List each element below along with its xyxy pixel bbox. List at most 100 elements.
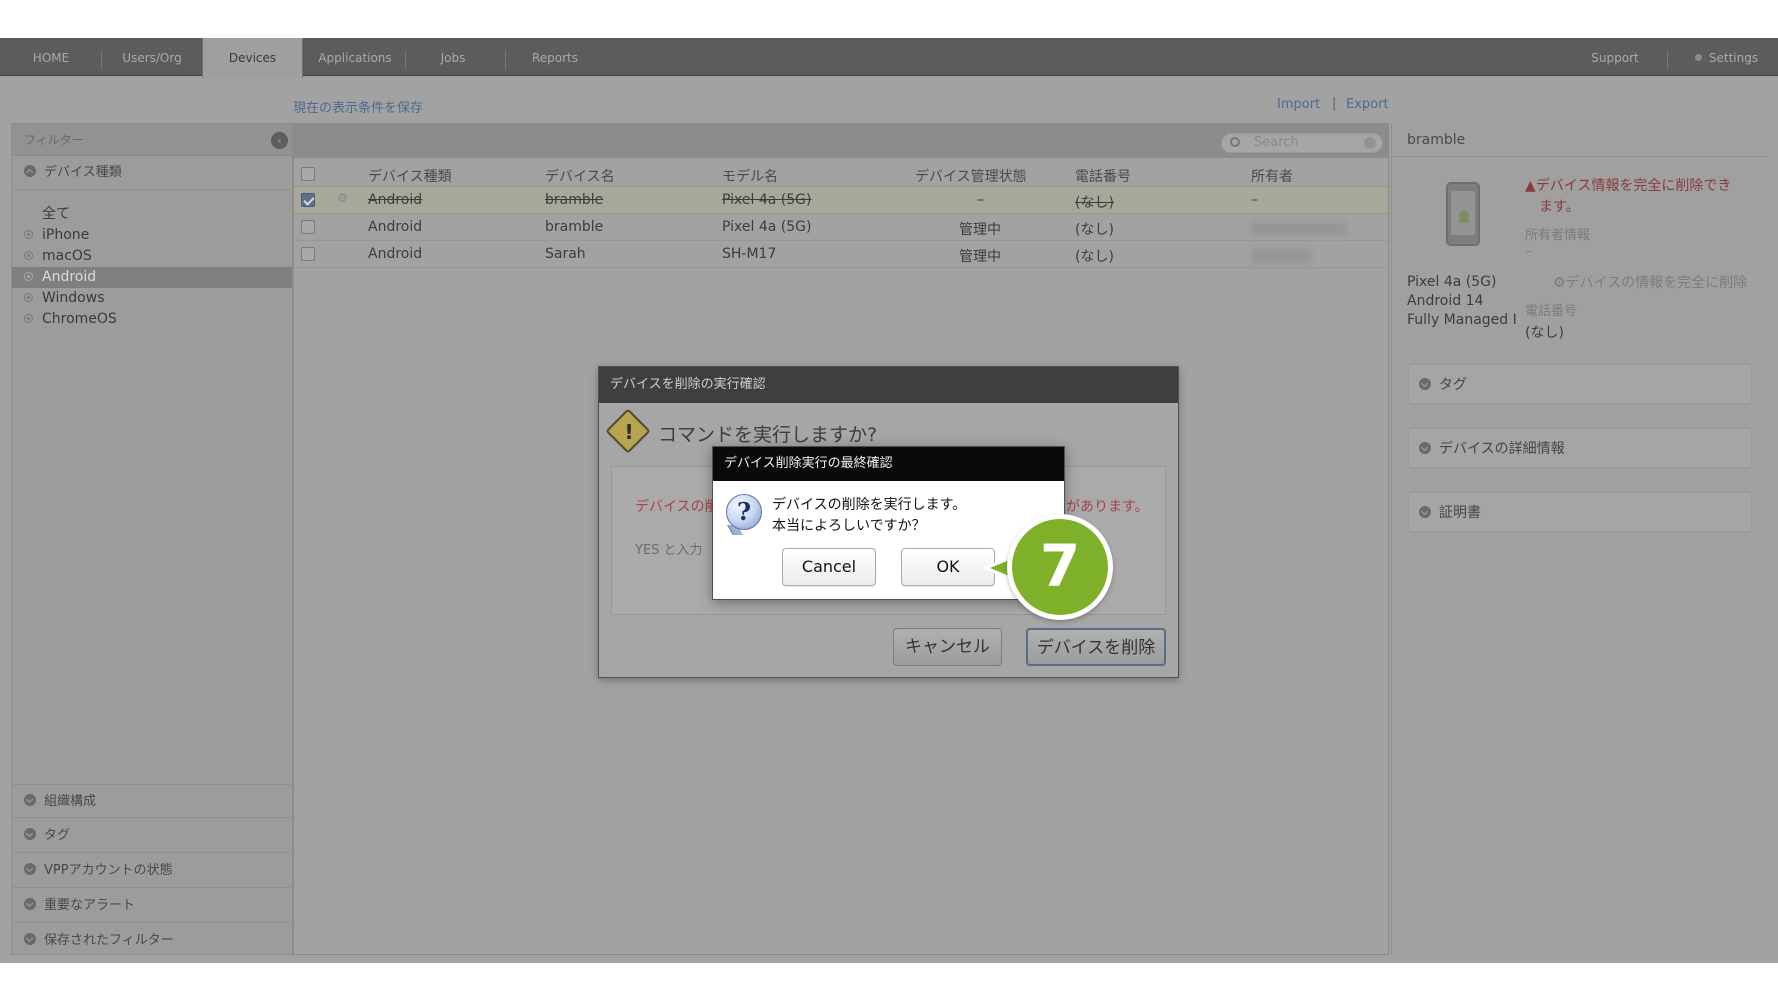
org-section[interactable]: 組織構成 <box>12 784 292 818</box>
row-divider <box>294 267 1388 268</box>
support-link[interactable]: Support <box>1580 38 1650 76</box>
col-status[interactable]: デバイス管理状態 <box>915 166 1027 186</box>
cancel-button[interactable]: Cancel <box>782 548 876 586</box>
cell-phone: (なし) <box>1075 249 1114 265</box>
divider <box>1392 156 1767 157</box>
tab-jobs[interactable]: Jobs <box>418 38 488 76</box>
tab-reports[interactable]: Reports <box>520 38 590 76</box>
chevron-down-icon <box>1419 506 1431 518</box>
owner-label: 所有者情報 <box>1525 228 1591 243</box>
device-type-header: デバイス種類 <box>44 165 122 180</box>
cell-model: Pixel 4a (5G) <box>722 219 812 235</box>
row-divider <box>294 213 1388 214</box>
detail-section-certificates[interactable]: 証明書 <box>1408 492 1752 532</box>
vpp-section[interactable]: VPPアカウントの状態 <box>12 854 292 888</box>
phone-label: 電話番号 <box>1525 304 1578 319</box>
radio-icon <box>24 251 33 260</box>
export-link[interactable]: Export <box>1346 97 1389 112</box>
warning-text: ▲デバイス情報を完全に削除でき <box>1525 175 1731 195</box>
detail-title: bramble <box>1407 132 1466 148</box>
wipe-device-link[interactable]: ⚙デバイスの情報を完全に削除 <box>1553 272 1747 292</box>
detail-model: Pixel 4a (5G) <box>1407 274 1497 290</box>
cell-type: Android <box>368 219 423 235</box>
tab-users-org[interactable]: Users/Org <box>112 38 192 76</box>
filter-label: ChromeOS <box>42 311 117 327</box>
gear-icon <box>1691 51 1705 64</box>
cell-phone: (なし) <box>1075 222 1114 238</box>
save-filter-link[interactable]: 現在の表示条件を保存 <box>293 97 423 116</box>
cell-model: SH-M17 <box>722 246 777 262</box>
section-label: 重要なアラート <box>44 898 136 913</box>
filter-item-iphone[interactable]: iPhone <box>12 225 292 246</box>
section-label: タグ <box>44 828 71 843</box>
tab-devices[interactable]: Devices <box>202 38 303 78</box>
filter-panel: フィルター ‹ デバイス種類 全て iPhone macOS Android W… <box>11 123 293 955</box>
row-checkbox[interactable] <box>301 247 315 261</box>
delete-device-button[interactable]: デバイスを削除 <box>1026 628 1166 666</box>
dialog-message-line2: 本当によろしいですか？ <box>772 518 926 534</box>
row-checkbox[interactable] <box>301 220 315 234</box>
device-type-section[interactable]: デバイス種類 <box>12 156 292 190</box>
chevron-down-icon <box>1419 442 1431 454</box>
tag-section[interactable]: タグ <box>12 819 292 853</box>
import-link[interactable]: Import <box>1277 97 1320 112</box>
select-all-checkbox[interactable] <box>301 167 315 181</box>
gear-icon: ⚙ <box>1553 275 1566 291</box>
col-phone[interactable]: 電話番号 <box>1075 166 1131 186</box>
col-owner[interactable]: 所有者 <box>1251 166 1293 186</box>
nav-divider <box>101 50 102 70</box>
tab-home[interactable]: HOME <box>18 38 84 76</box>
filter-item-android[interactable]: Android <box>12 267 292 288</box>
section-label: タグ <box>1439 377 1467 393</box>
detail-mode: Fully Managed I <box>1407 312 1517 328</box>
collapse-panel-icon[interactable]: ‹ <box>271 132 288 149</box>
chevron-down-icon <box>24 794 36 806</box>
search-placeholder: Search <box>1254 135 1299 150</box>
owner-redacted <box>1251 249 1311 263</box>
search-icon <box>1230 137 1240 147</box>
settings-link[interactable]: Settings <box>1680 38 1770 76</box>
cancel-button[interactable]: キャンセル <box>893 628 1002 666</box>
detail-section-details[interactable]: デバイスの詳細情報 <box>1408 428 1752 468</box>
wipe-link-label: デバイスの情報を完全に削除 <box>1565 275 1748 291</box>
saved-filters-section[interactable]: 保存されたフィルター <box>12 924 292 958</box>
radio-icon <box>24 230 33 239</box>
col-model[interactable]: モデル名 <box>722 166 778 186</box>
chevron-down-icon <box>24 898 36 910</box>
filter-item-macos[interactable]: macOS <box>12 246 292 267</box>
col-device-name[interactable]: デバイス名 <box>545 166 615 186</box>
section-label: VPPアカウントの状態 <box>44 863 173 878</box>
clear-icon[interactable] <box>1364 137 1376 149</box>
search-input[interactable]: Search <box>1221 133 1383 153</box>
chevron-up-icon <box>24 165 36 177</box>
radio-icon <box>24 272 33 281</box>
ok-button[interactable]: OK <box>901 548 995 586</box>
cell-type: Android <box>368 192 423 208</box>
android-icon: ⚙ <box>337 191 348 205</box>
chevron-down-icon <box>24 933 36 945</box>
col-device-type[interactable]: デバイス種類 <box>368 166 452 186</box>
filter-item-windows[interactable]: Windows <box>12 288 292 309</box>
section-label: 証明書 <box>1439 505 1481 521</box>
filter-item-all[interactable]: 全て <box>12 204 292 225</box>
chevron-down-icon <box>24 828 36 840</box>
row-checkbox[interactable] <box>301 193 315 207</box>
table-toolbar: Search <box>294 124 1388 158</box>
warning-message-start: デバイスの削 <box>635 499 719 515</box>
radio-icon <box>24 314 33 323</box>
yes-input-hint: YES と入力 <box>635 543 703 558</box>
cell-model: Pixel 4a (5G) <box>722 192 812 208</box>
filter-item-chromeos[interactable]: ChromeOS <box>12 309 292 330</box>
filter-panel-header: フィルター <box>12 124 292 156</box>
tab-applications[interactable]: Applications <box>310 38 400 76</box>
section-label: 組織構成 <box>44 794 97 809</box>
alerts-section[interactable]: 重要なアラート <box>12 889 292 923</box>
section-label: デバイスの詳細情報 <box>1439 441 1565 457</box>
warning-icon-mark: ! <box>624 420 634 444</box>
device-detail-panel: bramble Pixel 4a (5G) Android 14 Fully M… <box>1391 123 1767 955</box>
table-row[interactable] <box>294 187 1388 213</box>
filter-label: macOS <box>42 248 92 264</box>
cell-status: 管理中 <box>959 249 1001 265</box>
detail-section-tags[interactable]: タグ <box>1408 364 1752 404</box>
dialog-question: コマンドを実行しますか? <box>658 424 878 446</box>
